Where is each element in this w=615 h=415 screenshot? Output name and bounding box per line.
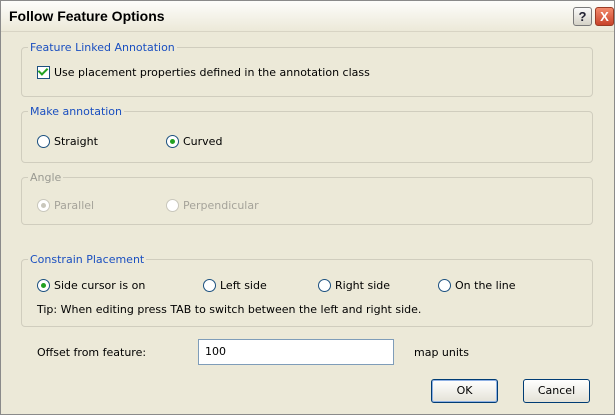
radio-left-side[interactable]: Left side <box>203 279 267 292</box>
ok-button[interactable]: OK <box>431 379 498 403</box>
tab-tip-text: Tip: When editing press TAB to switch be… <box>37 303 422 316</box>
use-placement-properties-label: Use placement properties defined in the … <box>54 66 370 79</box>
make-annotation-group: Make annotation <box>21 105 593 163</box>
radio-side-cursor-label: Side cursor is on <box>54 279 146 292</box>
radio-side-cursor-is-on[interactable]: Side cursor is on <box>37 279 145 292</box>
title-bar[interactable]: Follow Feature Options ? X <box>1 1 614 32</box>
follow-feature-options-dialog: Follow Feature Options ? X Feature Linke… <box>0 0 615 415</box>
radio-curved[interactable]: Curved <box>166 135 222 148</box>
radio-button[interactable] <box>203 279 216 292</box>
radio-straight[interactable]: Straight <box>37 135 98 148</box>
radio-right-side[interactable]: Right side <box>318 279 390 292</box>
radio-on-the-line[interactable]: On the line <box>438 279 516 292</box>
offset-input[interactable]: 100 <box>198 339 394 365</box>
radio-button[interactable] <box>318 279 331 292</box>
close-icon: X <box>600 9 609 24</box>
radio-parallel[interactable]: Parallel <box>37 199 94 212</box>
radio-button[interactable] <box>37 199 50 212</box>
dialog-title: Follow Feature Options <box>9 8 165 24</box>
help-icon: ? <box>578 9 587 24</box>
offset-label: Offset from feature: <box>37 346 147 359</box>
offset-units-label: map units <box>414 346 469 359</box>
use-placement-properties-checkbox[interactable]: Use placement properties defined in the … <box>37 65 370 79</box>
radio-button[interactable] <box>37 135 50 148</box>
radio-left-side-label: Left side <box>220 279 267 292</box>
radio-button[interactable] <box>438 279 451 292</box>
angle-legend: Angle <box>30 171 62 184</box>
radio-button[interactable] <box>37 279 50 292</box>
constrain-placement-legend: Constrain Placement <box>30 253 145 266</box>
radio-right-side-label: Right side <box>335 279 390 292</box>
radio-parallel-label: Parallel <box>54 199 95 212</box>
help-button[interactable]: ? <box>573 7 592 26</box>
radio-straight-label: Straight <box>54 135 98 148</box>
checkbox-box[interactable] <box>37 65 50 79</box>
radio-perpendicular[interactable]: Perpendicular <box>166 199 259 212</box>
make-annotation-legend: Make annotation <box>30 105 123 118</box>
radio-perpendicular-label: Perpendicular <box>183 199 259 212</box>
radio-button[interactable] <box>166 199 179 212</box>
radio-on-the-line-label: On the line <box>455 279 516 292</box>
checkmark-icon <box>37 65 49 76</box>
radio-button[interactable] <box>166 135 179 148</box>
close-button[interactable]: X <box>595 7 614 26</box>
angle-group: Angle <box>21 171 593 225</box>
cancel-button[interactable]: Cancel <box>523 379 590 403</box>
radio-curved-label: Curved <box>183 135 223 148</box>
feature-linked-annotation-legend: Feature Linked Annotation <box>30 41 175 54</box>
